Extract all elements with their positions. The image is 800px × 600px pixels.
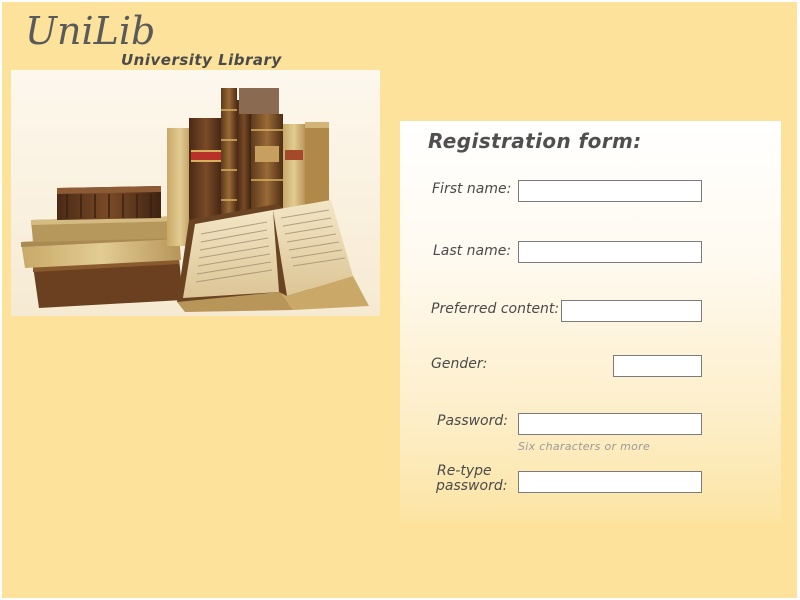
preferred-content-input[interactable]: [561, 300, 702, 322]
last-name-input[interactable]: [518, 241, 702, 263]
brand-logo: UniLib: [25, 9, 156, 53]
password-input[interactable]: [518, 413, 702, 435]
brand-subtitle: University Library: [121, 51, 282, 69]
old-books-icon: [11, 70, 380, 316]
registration-form-panel: Registration form: First name: Last name…: [400, 121, 781, 521]
page-background: UniLib University Library Registration f…: [2, 2, 797, 598]
form-title: Registration form:: [428, 129, 642, 153]
last-name-label: Last name:: [433, 243, 512, 259]
preferred-content-label: Preferred content:: [431, 301, 560, 317]
retype-password-input[interactable]: [518, 471, 702, 493]
password-label: Password:: [437, 413, 508, 429]
gender-label: Gender:: [431, 356, 488, 372]
password-hint: Six characters or more: [518, 440, 651, 453]
gender-input[interactable]: [613, 355, 702, 377]
retype-password-label-line1: Re-type: [437, 463, 492, 479]
hero-books-image: [11, 70, 380, 316]
retype-password-label-line2: password:: [436, 478, 508, 494]
first-name-label: First name:: [432, 181, 512, 197]
first-name-input[interactable]: [518, 180, 702, 202]
